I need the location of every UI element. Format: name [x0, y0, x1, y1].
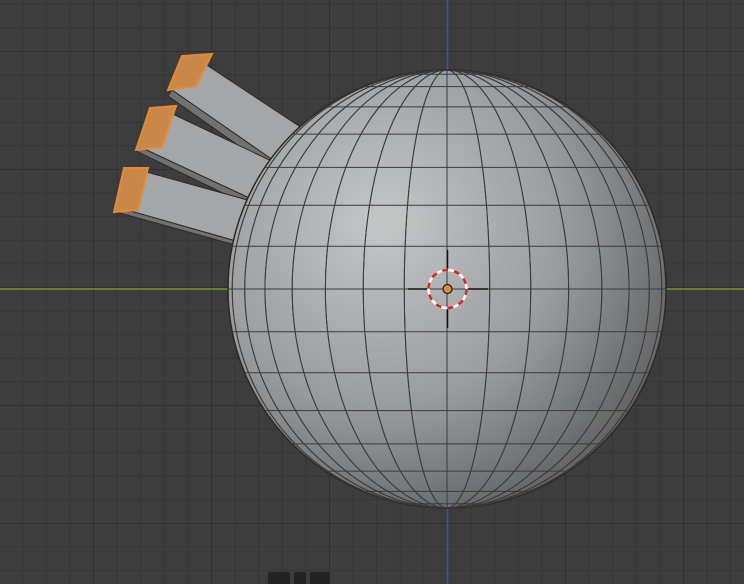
3d-viewport[interactable] — [0, 0, 744, 584]
bottom-toolbar-stub — [268, 572, 330, 584]
toolbar-tab[interactable] — [310, 572, 330, 584]
toolbar-tab[interactable] — [294, 572, 306, 584]
scene-canvas[interactable] — [0, 0, 744, 584]
object-origin-icon — [442, 283, 453, 295]
toolbar-tab[interactable] — [268, 572, 290, 584]
